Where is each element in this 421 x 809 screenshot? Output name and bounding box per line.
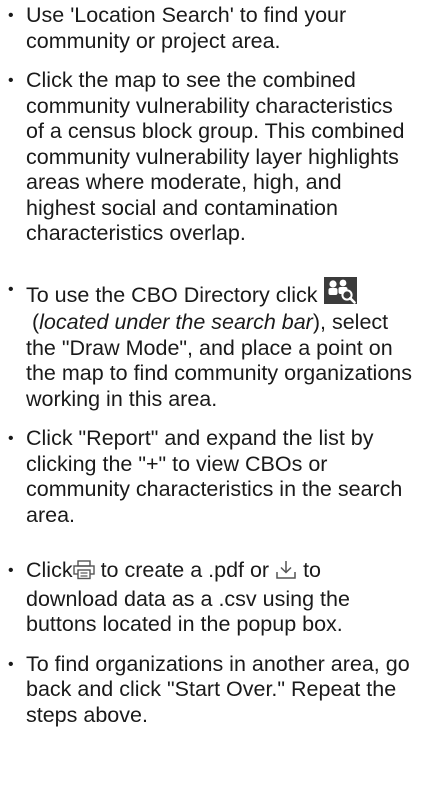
instruction-item-report: • Click "Report" and expand the list by … <box>8 426 415 528</box>
instruction-text: To find organizations in another area, g… <box>26 651 410 727</box>
instruction-item-export: • Click to create a .pdf or to download … <box>8 558 415 638</box>
bullet: • <box>8 72 14 89</box>
bullet: • <box>8 7 14 24</box>
print-icon <box>72 560 95 587</box>
instruction-text: Use 'Location Search' to find your commu… <box>26 3 347 53</box>
cbo-directory-people-search-icon <box>323 276 357 311</box>
instruction-item-cbo-directory: • To use the CBO Directory click (locate… <box>8 276 415 413</box>
instruction-item-click-map: • Click the map to see the combined comm… <box>8 68 415 247</box>
bullet: • <box>8 655 14 673</box>
download-icon <box>275 560 297 587</box>
instruction-text: to create a .pdf or <box>100 558 270 582</box>
instruction-item-location-search: • Use 'Location Search' to find your com… <box>8 3 415 54</box>
bullet: • <box>8 430 14 447</box>
bullet: • <box>8 562 14 579</box>
instruction-text: Click <box>26 558 73 582</box>
bullet: • <box>8 280 14 298</box>
instruction-item-start-over: • To find organizations in another area,… <box>8 652 415 729</box>
instruction-text-italic: located under the search bar <box>39 310 313 334</box>
instructions-list: • Use 'Location Search' to find your com… <box>0 0 421 728</box>
instruction-text: Click "Report" and expand the list by cl… <box>26 426 403 527</box>
instruction-text: To use the CBO Directory click <box>26 282 318 307</box>
instruction-text: Click the map to see the combined commun… <box>26 68 405 245</box>
